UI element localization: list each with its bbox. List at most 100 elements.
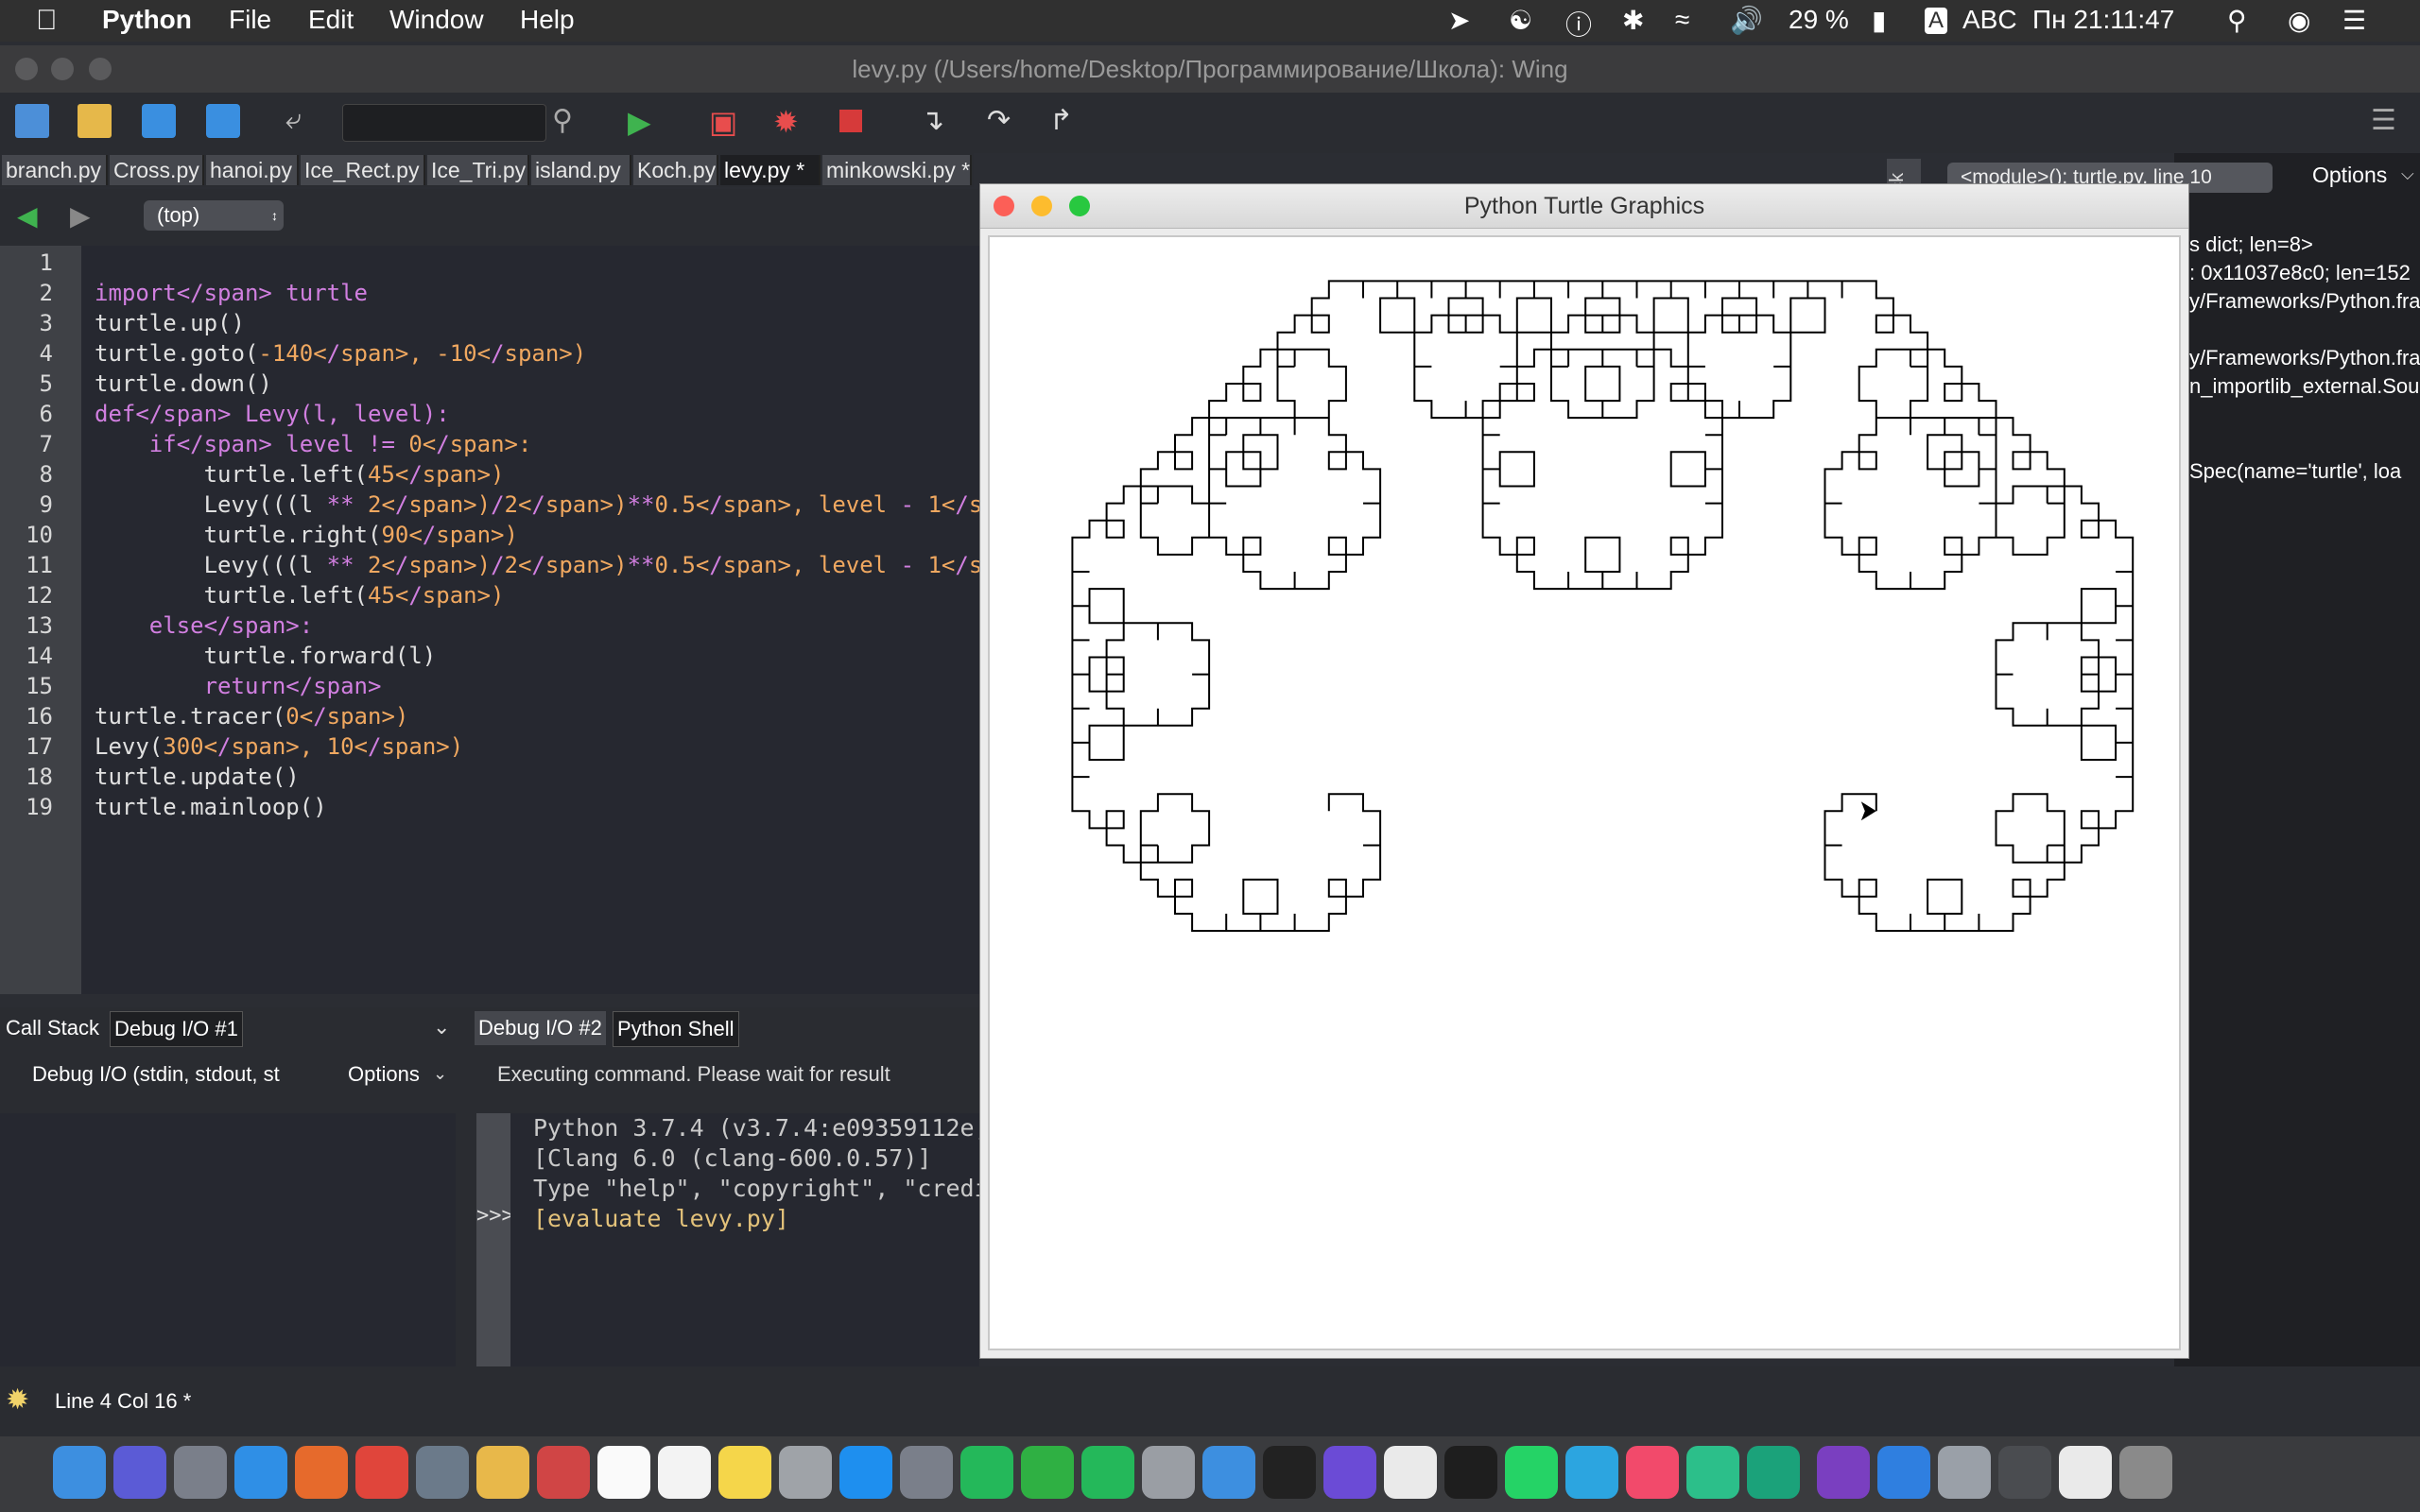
back-arrow-icon[interactable]: ◀ [17, 200, 38, 232]
calendar-icon[interactable] [597, 1446, 650, 1499]
info-icon[interactable]: ⓘ [1565, 5, 1592, 43]
menu-app-name[interactable]: Python [102, 5, 192, 35]
firefox-icon[interactable] [295, 1446, 348, 1499]
notes-icon[interactable] [476, 1446, 529, 1499]
tab-levy[interactable]: levy.py * [720, 155, 821, 185]
scope-select[interactable]: (top) ↕ [144, 200, 284, 231]
textedit-icon[interactable] [1384, 1446, 1437, 1499]
select-pointer-icon[interactable]: ⤶ [285, 104, 320, 138]
screenshot-icon[interactable] [1998, 1446, 2051, 1499]
save-all-icon[interactable] [206, 104, 240, 138]
tab-debug-io-2[interactable]: Debug I/O #2 [475, 1011, 606, 1045]
preview-doc-icon[interactable] [2059, 1446, 2112, 1499]
rocket-icon[interactable] [1938, 1446, 1991, 1499]
options-chevron-icon[interactable]: ⌄ [433, 1064, 447, 1084]
step-into-icon[interactable]: ↴ [921, 104, 955, 138]
tab-island[interactable]: island.py [531, 155, 631, 185]
tab-ice-rect[interactable]: Ice_Rect.py [301, 155, 425, 185]
step-out-icon[interactable]: ↱ [1049, 104, 1083, 138]
menu-edit[interactable]: Edit [308, 5, 354, 35]
open-folder-icon[interactable] [78, 104, 112, 138]
run-icon[interactable]: ▶ [628, 104, 662, 139]
debug-io-output[interactable] [0, 1113, 456, 1366]
tab-python-shell[interactable]: Python Shell [613, 1011, 739, 1047]
code-editor[interactable]: import</span> turtle turtle.up() turtle.go… [81, 246, 1051, 994]
chevron-down-icon[interactable]: ⌵ [2401, 164, 2414, 184]
tab-hanoi[interactable]: hanoi.py [206, 155, 299, 185]
panel-chevron-icon[interactable]: ⌄ [433, 1015, 450, 1040]
input-source-label[interactable]: ABC [1962, 5, 2017, 35]
save-icon[interactable] [142, 104, 176, 138]
notification-center-icon[interactable]: ☰ [2342, 5, 2366, 36]
terminal-icon[interactable] [1263, 1446, 1316, 1499]
turtle-zoom-button[interactable] [1069, 196, 1090, 216]
xcode-icon[interactable] [1202, 1446, 1255, 1499]
code-line: turtle.update() [95, 764, 300, 790]
spotlight-icon[interactable]: ⚲ [2227, 5, 2247, 36]
system-preferences-icon[interactable] [900, 1446, 953, 1499]
right-options-label[interactable]: Options [2312, 163, 2387, 188]
siri-icon[interactable] [113, 1446, 166, 1499]
apple-icon[interactable]:  [36, 5, 58, 37]
location-icon[interactable]: ➤ [1448, 5, 1470, 36]
telegram-icon[interactable] [1565, 1446, 1618, 1499]
safari-extension-icon[interactable] [1686, 1446, 1739, 1499]
finder-icon[interactable] [53, 1446, 106, 1499]
pycharm-icon[interactable] [1021, 1446, 1074, 1499]
menu-file[interactable]: File [229, 5, 271, 35]
tab-call-stack[interactable]: Call Stack [2, 1011, 104, 1045]
dictionary-icon[interactable] [537, 1446, 590, 1499]
turtle-canvas[interactable] [988, 235, 2181, 1350]
new-debug-file-icon[interactable]: ▣ [709, 104, 743, 139]
code-line: turtle.goto(-140</span>, -10</span>) [95, 340, 587, 367]
forward-arrow-icon[interactable]: ▶ [70, 200, 91, 232]
toolbar-menu-icon[interactable]: ☰ [2371, 104, 2405, 138]
accessibility-icon[interactable]: ☯ [1509, 5, 1532, 36]
menu-help[interactable]: Help [520, 5, 575, 35]
turtle-minimize-button[interactable] [1031, 196, 1052, 216]
music-icon[interactable] [1626, 1446, 1679, 1499]
imovie-icon[interactable] [1323, 1446, 1376, 1499]
battery-icon[interactable]: ▮ [1872, 5, 1886, 36]
preview-icon[interactable] [416, 1446, 469, 1499]
tab-minkowski[interactable]: minkowski.py * [822, 155, 972, 185]
launchpad-icon[interactable] [174, 1446, 227, 1499]
tab-debug-io-1[interactable]: Debug I/O #1 [110, 1011, 243, 1047]
debug-options-label[interactable]: Options [348, 1062, 420, 1087]
tab-koch[interactable]: Koch.py [633, 155, 718, 185]
turtle-close-button[interactable] [994, 196, 1014, 216]
wifi-icon[interactable]: ≈ [1675, 5, 1689, 35]
calculator-icon[interactable] [779, 1446, 832, 1499]
wing-icon[interactable] [1081, 1446, 1134, 1499]
step-over-icon[interactable]: ↷ [987, 104, 1021, 138]
chrome-icon[interactable] [355, 1446, 408, 1499]
bluetooth-icon[interactable]: ✱ [1622, 5, 1644, 36]
trash-icon[interactable] [2119, 1446, 2172, 1499]
app-store-icon[interactable] [839, 1446, 892, 1499]
menu-clock[interactable]: Пн 21:11:47 [2032, 5, 2174, 35]
siri-icon[interactable]: ◉ [2288, 5, 2310, 36]
search-icon[interactable]: ⚲ [552, 104, 586, 138]
clion-icon[interactable] [960, 1446, 1013, 1499]
tab-branch[interactable]: branch.py [2, 155, 108, 185]
debug-bug-icon[interactable]: ✹ [773, 104, 807, 139]
onenote-icon[interactable] [1817, 1446, 1870, 1499]
input-source-icon[interactable]: A [1925, 8, 1948, 34]
eset-icon[interactable] [1747, 1446, 1800, 1499]
stop-icon[interactable] [839, 110, 862, 132]
volume-icon[interactable]: 🔊 [1730, 5, 1763, 36]
menu-window[interactable]: Window [389, 5, 484, 35]
reminders-icon[interactable] [658, 1446, 711, 1499]
debug-status-icon[interactable]: ✹ [6, 1383, 29, 1417]
stickies-icon[interactable] [718, 1446, 771, 1499]
search-input[interactable] [342, 104, 546, 142]
onedrive-icon[interactable] [1877, 1446, 1930, 1499]
safari-icon[interactable] [234, 1446, 287, 1499]
activity-monitor-icon[interactable] [1444, 1446, 1497, 1499]
new-file-icon[interactable] [15, 104, 49, 138]
tab-cross[interactable]: Cross.py [110, 155, 204, 185]
tab-ice-tri[interactable]: Ice_Tri.py [427, 155, 529, 185]
python-shell[interactable]: Python 3.7.4 (v3.7.4:e09359112e, [Clang … [510, 1113, 979, 1366]
quill-icon[interactable] [1142, 1446, 1195, 1499]
whatsapp-icon[interactable] [1505, 1446, 1558, 1499]
